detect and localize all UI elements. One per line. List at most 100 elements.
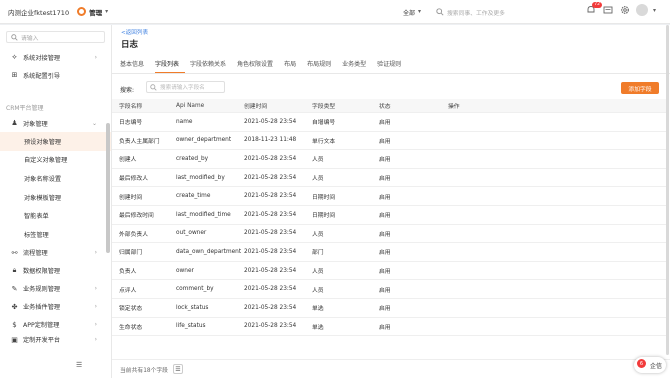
search-icon (436, 8, 444, 16)
table-row[interactable]: 锁定状态 lock_status 2021-05-28 23:54 单选 启用 (112, 299, 666, 318)
table-cell: 2021-05-28 23:54 (244, 193, 297, 200)
table-row[interactable]: 归属部门 data_own_department 2021-05-28 23:54 部… (112, 243, 666, 262)
field-search-input[interactable]: 搜索请输入字段名 (146, 81, 225, 93)
sidebar-scrollbar[interactable] (106, 123, 110, 253)
sidebar-item-custom-objects[interactable]: 自定义对象管理 (0, 151, 111, 170)
sidebar-item-label: 流程管理 (23, 250, 48, 258)
table-row[interactable]: 最后修改人 last_modified_by 2021-05-28 23:54 人员 启… (112, 169, 666, 188)
chevron-down-icon[interactable]: ▾ (653, 7, 656, 14)
plugin-icon: ✤ (11, 302, 18, 311)
module-switcher[interactable]: 管理 ▾ (77, 7, 108, 17)
tab-validation-rules[interactable]: 验证规则 (377, 61, 407, 73)
sidebar-item-object-management[interactable]: ♟ 对象管理 ⌄ (0, 114, 111, 132)
sidebar-item-business-rules[interactable]: ✎ 业务规则管理 › (0, 280, 111, 298)
table-cell: 启用 (379, 120, 391, 127)
table-row[interactable]: 生命状态 life_status 2021-05-28 23:54 单选 启用 (112, 318, 666, 337)
column-header: 创建时间 (244, 104, 268, 110)
tab-layout[interactable]: 布局 (284, 61, 302, 73)
sidebar-item-config-guide[interactable]: ⊞ 系统配置引导 (0, 66, 111, 84)
back-to-list-link[interactable]: <返回列表 (121, 28, 148, 36)
search-icon (11, 33, 18, 41)
sidebar-item-label: 业务插件管理 (23, 304, 61, 312)
chevron-right-icon: › (94, 285, 97, 293)
tab-layout-rules[interactable]: 布局规则 (307, 61, 337, 73)
search-icon (150, 83, 157, 91)
sidebar-item-preset-objects[interactable]: 预设对象管理 (0, 132, 111, 151)
fields-table: 字段名称 Api Name 创建时间 字段类型 状态 操作 日志编号 name 20… (112, 99, 666, 337)
global-search-input[interactable]: 搜索同事、工作及更多 (436, 6, 576, 18)
table-row[interactable]: 创建时间 create_time 2021-05-28 23:54 日期时间 启用 (112, 187, 666, 206)
module-label: 管理 (89, 8, 103, 17)
table-row[interactable]: 创建人 created_by 2021-05-28 23:54 人员 启用 (112, 150, 666, 169)
sidebar-item-process[interactable]: ⚯ 流程管理 › (0, 244, 111, 262)
add-field-button[interactable]: 添加字段 (621, 82, 659, 94)
tab-divider (112, 73, 670, 74)
table-cell: 人员 (312, 176, 324, 183)
sidebar-item-label: 自定义对象管理 (24, 157, 68, 165)
field-search-placeholder: 搜索请输入字段名 (160, 85, 205, 91)
table-cell: 2021-05-28 23:54 (244, 323, 297, 330)
table-cell: 启用 (379, 176, 391, 183)
sidebar-item-plugins[interactable]: ✤ 业务插件管理 › (0, 298, 111, 316)
tab-role-permissions[interactable]: 角色权限设置 (237, 61, 279, 73)
table-cell: 负责人 (119, 269, 137, 276)
sidebar-item-object-templates[interactable]: 对象模板管理 (0, 188, 111, 207)
sidebar-item-system-integration[interactable]: ⟡ 系统对接管理 › (0, 48, 111, 66)
sidebar-item-label: 智能表单 (24, 213, 49, 221)
table-cell: 启用 (379, 157, 391, 164)
table-cell: 2021-05-28 23:54 (244, 230, 297, 237)
sidebar-item-object-names[interactable]: 对象名称设置 (0, 169, 111, 188)
chevron-right-icon: › (94, 303, 97, 311)
wrench-icon: ✎ (11, 284, 18, 293)
sidebar-search-placeholder: 请输入 (21, 35, 39, 42)
company-name[interactable]: 内测企业fktest1710 (8, 7, 69, 17)
sidebar-item-tags[interactable]: 标签管理 (0, 225, 111, 244)
table-row[interactable]: 负责人 owner 2021-05-28 23:54 人员 启用 (112, 262, 666, 281)
table-row[interactable]: 外部负责人 out_owner 2021-05-28 23:54 人员 启用 (112, 225, 666, 244)
table-cell: last_modified_time (176, 211, 231, 218)
table-row[interactable]: 点评人 comment_by 2021-05-28 23:54 人员 启用 (112, 280, 666, 299)
message-icon[interactable] (602, 4, 614, 16)
chat-launcher-button[interactable]: 6 企信 (634, 357, 666, 373)
table-row[interactable]: 负责人主属部门 owner_department 2018-11-23 11:48 单… (112, 132, 666, 151)
tab-field-list[interactable]: 字段列表 (155, 61, 186, 73)
sidebar-item-data-permissions[interactable]: 🔒︎ 数据权限管理 (0, 262, 111, 280)
table-cell: 启用 (379, 231, 391, 238)
collapse-sidebar-icon[interactable]: ☰ (76, 361, 82, 369)
table-cell: owner_department (176, 137, 232, 144)
sidebar-search-input[interactable]: 请输入 (6, 31, 105, 43)
chevron-down-icon: ⌄ (91, 119, 97, 127)
top-bar: 内测企业fktest1710 管理 ▾ 全部 ▾ 搜索同事、工作及更多 72 ▾ (0, 0, 670, 24)
chevron-down-icon: ▾ (418, 8, 422, 15)
list-menu-icon[interactable]: ☰ (172, 364, 183, 374)
gear-icon[interactable] (619, 4, 631, 16)
scope-dropdown[interactable]: 全部 ▾ (403, 8, 421, 17)
link-icon: ⟡ (12, 52, 17, 61)
sidebar-item-label: 标签管理 (24, 231, 49, 239)
table-row[interactable]: 最后修改时间 last_modified_time 2021-05-28 23:54… (112, 206, 666, 225)
sidebar-item-smart-forms[interactable]: 智能表单 (0, 206, 111, 225)
sidebar-item-app-custom[interactable]: $ APP定制管理 › (0, 316, 111, 334)
table-header: 字段名称 Api Name 创建时间 字段类型 状态 操作 (112, 99, 666, 113)
chevron-right-icon: › (94, 336, 97, 344)
notification-bell-icon[interactable]: 72 (585, 2, 602, 16)
table-cell: 2021-05-28 23:54 (244, 304, 297, 311)
chevron-right-icon: › (94, 249, 97, 257)
table-cell: 2021-05-28 23:54 (244, 118, 297, 125)
sidebar-item-dev-platform[interactable]: ▣ 定制开发平台 › (0, 334, 111, 346)
table-scrollbar[interactable] (666, 25, 669, 355)
page-title: 日志 (121, 40, 139, 50)
sidebar-item-label: 对象名称设置 (24, 175, 62, 183)
table-cell: 2021-05-28 23:54 (244, 267, 297, 274)
table-cell: 2021-05-28 23:54 (244, 174, 297, 181)
table-cell: 日期时间 (312, 213, 336, 220)
table-row[interactable]: 日志编号 name 2021-05-28 23:54 自增编号 启用 (112, 113, 666, 132)
module-icon (77, 7, 87, 16)
tab-basic-info[interactable]: 基本信息 (120, 61, 150, 73)
person-icon: ♟ (11, 119, 18, 127)
tab-business-types[interactable]: 业务类型 (342, 61, 372, 73)
tab-field-dependencies[interactable]: 字段依赖关系 (190, 61, 232, 73)
avatar[interactable] (636, 4, 648, 16)
table-cell: create_time (176, 193, 211, 200)
sidebar-item-label: APP定制管理 (23, 322, 60, 330)
